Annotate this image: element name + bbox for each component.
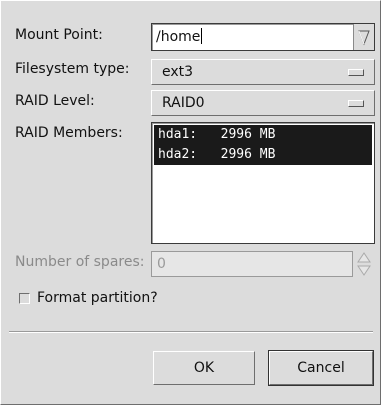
filesystem-type-label: Filesystem type: [15,61,130,77]
spin-up-icon [357,252,371,263]
raid-member-row[interactable]: hda2: 2996 MB [154,145,372,165]
raid-device-dialog: Mount Point: /home Filesystem type: ext3… [0,0,381,405]
text-cursor [201,28,203,44]
ok-button[interactable]: OK [153,351,255,385]
spin-down-icon [357,265,371,276]
cancel-button[interactable]: Cancel [268,350,374,386]
option-menu-indicator-icon [348,100,364,107]
spares-spin-buttons [355,251,373,277]
filesystem-type-value: ext3 [162,64,194,80]
ok-button-label: OK [193,360,215,376]
format-partition-label[interactable]: Format partition? [37,290,158,306]
spares-value: 0 [157,256,166,272]
dropdown-arrow-icon [358,30,370,46]
cancel-button-label: Cancel [297,360,345,376]
format-partition-checkbox[interactable] [19,293,30,304]
raid-level-value: RAID0 [162,95,205,111]
mount-point-label: Mount Point: [15,27,103,43]
raid-level-label: RAID Level: [15,93,95,109]
mount-point-dropdown-button[interactable] [353,24,374,50]
raid-members-list[interactable]: hda1: 2996 MB hda2: 2996 MB [151,122,375,244]
button-separator [9,331,373,333]
mount-point-input[interactable]: /home [156,28,203,45]
raid-level-menu[interactable]: RAID0 [151,90,375,116]
option-menu-indicator-icon [348,69,364,76]
spares-spinbox: 0 [151,251,353,277]
mount-point-combo[interactable]: /home [151,23,375,51]
raid-members-label: RAID Members: [15,125,123,141]
filesystem-type-menu[interactable]: ext3 [151,59,375,85]
raid-member-row[interactable]: hda1: 2996 MB [154,125,372,145]
number-of-spares-label: Number of spares: [15,254,145,270]
